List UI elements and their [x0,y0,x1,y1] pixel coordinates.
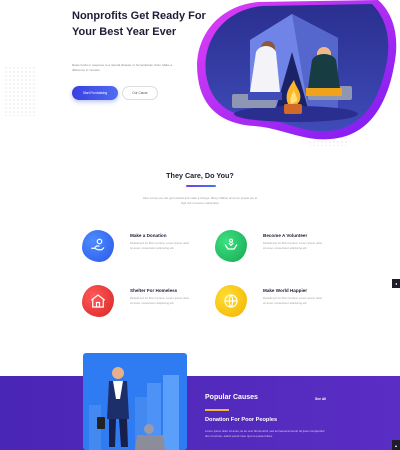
dot-pattern [4,66,36,116]
feature-title: Make a Donation [130,233,167,238]
title-underline [205,409,229,411]
cause-description: Lorem ipsum dolor sit amet, sit an ocer … [205,429,325,438]
feature-shelter[interactable]: Shelter For Homeless Default text for Bo… [82,285,202,329]
hero-illustration [197,0,397,140]
care-section-title: They Care, Do You? [166,171,234,180]
care-section-description: Here is how you can get involved and mak… [142,196,258,205]
hero-description: Raise funds in response to a natural dis… [72,63,173,72]
globe-icon [215,285,247,317]
feature-title: Make World Happier [263,288,308,293]
cause-illustration [89,367,179,450]
feature-description: Default text for Box Content. Lorem Ipsu… [263,241,323,251]
feature-description: Default text for Box Content. Lorem Ipsu… [263,296,323,306]
popular-causes-title: Popular Causes [205,394,258,401]
feature-description: Default text for Box Content. Lorem Ipsu… [130,296,190,306]
feature-title: Shelter For Homeless [130,288,178,293]
scroll-top-button[interactable]: ▴ [392,440,400,450]
feature-title: Become A Volunteer [263,233,308,238]
popular-causes-section [0,376,400,450]
feature-donation[interactable]: Make a Donation Default text for Box Con… [82,230,202,274]
title-underline [186,185,216,187]
donation-hand-icon [82,230,114,262]
our-cause-button[interactable]: Our Cause [122,86,158,100]
feature-world-happier[interactable]: Make World Happier Default text for Box … [215,285,335,329]
feature-volunteer[interactable]: Become A Volunteer Default text for Box … [215,230,335,274]
page: { "hero": { "title": "Nonprofits Get Rea… [0,0,400,450]
feature-description: Default text for Box Content. Lorem Ipsu… [130,241,190,251]
volunteer-hands-icon [215,230,247,262]
cause-title[interactable]: Donation For Poor Peoples [205,417,277,423]
cause-image-card[interactable] [83,353,187,450]
start-fundraising-button[interactable]: Start Fundraising [72,86,118,100]
shelter-house-icon [82,285,114,317]
side-arrow-button[interactable]: ◂ [392,279,400,288]
see-all-link[interactable]: See All [315,397,326,401]
